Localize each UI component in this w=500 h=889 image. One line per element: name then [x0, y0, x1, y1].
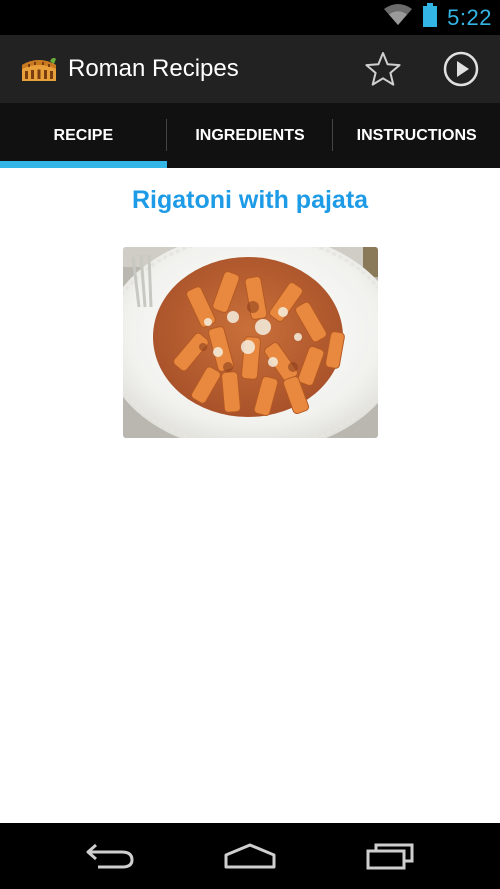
- recipe-content: Rigatoni with pajata: [0, 168, 500, 823]
- app-title: Roman Recipes: [68, 55, 239, 82]
- action-bar: Roman Recipes: [0, 35, 500, 103]
- tab-instructions-label: INSTRUCTIONS: [356, 126, 477, 144]
- back-button[interactable]: [80, 836, 140, 876]
- tab-ingredients[interactable]: INGREDIENTS: [167, 103, 334, 168]
- status-time: 5:22: [447, 4, 492, 30]
- colosseum-icon[interactable]: [20, 55, 58, 83]
- selected-tab-indicator: [0, 161, 167, 168]
- recipe-title: Rigatoni with pajata: [131, 186, 369, 214]
- wifi-icon: [383, 3, 413, 32]
- favorite-button[interactable]: [363, 49, 403, 89]
- tab-ingredients-label: INGREDIENTS: [195, 126, 305, 144]
- app-screen: 5:22 Roman Recipes RECIPE INGREDIENTS IN…: [0, 0, 500, 889]
- rigatoni-dish-photo: [123, 247, 378, 438]
- tab-bar: RECIPE INGREDIENTS INSTRUCTIONS: [0, 103, 500, 168]
- home-button[interactable]: [220, 836, 280, 876]
- tab-instructions[interactable]: INSTRUCTIONS: [333, 103, 500, 168]
- battery-icon: [423, 3, 438, 32]
- status-bar: 5:22: [0, 0, 500, 35]
- tab-recipe[interactable]: RECIPE: [0, 103, 167, 168]
- star-icon: [365, 52, 401, 86]
- play-button[interactable]: [441, 49, 481, 89]
- tab-recipe-label: RECIPE: [53, 126, 114, 144]
- back-icon: [86, 843, 134, 869]
- play-icon: [443, 51, 479, 87]
- recent-apps-icon: [366, 843, 414, 870]
- home-icon: [224, 843, 276, 869]
- recent-apps-button[interactable]: [360, 836, 420, 876]
- navigation-bar: [0, 823, 500, 889]
- status-icons: 5:22: [383, 0, 492, 35]
